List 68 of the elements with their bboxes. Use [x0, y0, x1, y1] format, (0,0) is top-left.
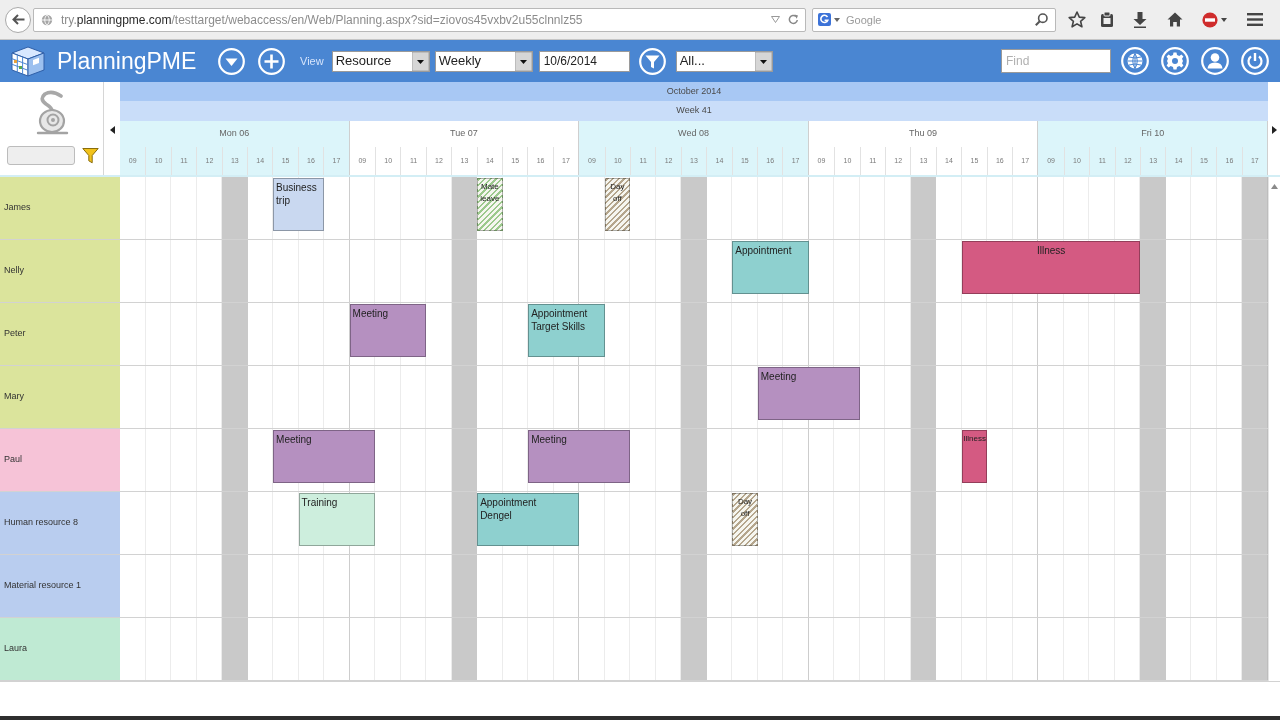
- search-icon[interactable]: [1035, 13, 1048, 26]
- search-input[interactable]: Google: [846, 10, 1035, 29]
- find-field[interactable]: Find: [1001, 49, 1111, 73]
- week-label: Week 41: [676, 104, 712, 118]
- event-block[interactable]: Day off: [732, 493, 758, 546]
- resource-select[interactable]: Resource: [331, 50, 430, 72]
- event-block[interactable]: Meeting: [273, 430, 376, 483]
- address-bar[interactable]: try.planningpme.com/testtarget/webaccess/en/Web/Planning.aspx?sid=ziovos45vxbv2u55clnnlz55: [33, 7, 806, 32]
- caret-icon[interactable]: [514, 51, 532, 71]
- home-icon[interactable]: [1167, 12, 1183, 27]
- resource-cell[interactable]: Material resource 1: [0, 555, 120, 618]
- user-icon[interactable]: [1201, 47, 1229, 75]
- event-block[interactable]: Day off: [604, 178, 631, 231]
- resource-cell[interactable]: Paul: [0, 429, 120, 492]
- event-block[interactable]: Meeting: [528, 430, 631, 483]
- day-label: Wed 08: [678, 127, 709, 141]
- event-block[interactable]: Appointment: [732, 241, 809, 294]
- stop-sign-icon[interactable]: [1202, 11, 1218, 28]
- globe-icon[interactable]: [1121, 47, 1149, 75]
- search-field[interactable]: [7, 146, 75, 165]
- calendar-cube-icon: [8, 44, 48, 78]
- previous-arrow-icon[interactable]: [109, 126, 115, 134]
- download-icon[interactable]: [1133, 11, 1147, 28]
- globe-icon: [41, 13, 53, 26]
- caret-icon[interactable]: [754, 51, 772, 71]
- resource-cell[interactable]: James: [0, 177, 120, 240]
- resource-cell[interactable]: Laura: [0, 618, 120, 681]
- url-text: try.planningpme.com/testtarget/webaccess/en/Web/Planning.aspx?sid=ziovos45vxbv2u55clnnlz55: [61, 11, 583, 29]
- filter-select[interactable]: All...: [675, 50, 773, 72]
- reload-icon[interactable]: [788, 14, 799, 25]
- view-label: View: [300, 53, 324, 69]
- resource-cell[interactable]: Mary: [0, 366, 120, 429]
- event-block[interactable]: Business trip: [273, 178, 325, 231]
- next-arrow-icon[interactable]: [1271, 126, 1277, 134]
- day-label: Tue 07: [450, 127, 478, 141]
- resource-cell[interactable]: Peter: [0, 303, 120, 366]
- search-engine-icon[interactable]: [818, 13, 831, 26]
- event-block[interactable]: Meeting: [349, 304, 427, 357]
- clipboard-icon[interactable]: [1100, 11, 1114, 28]
- scroll-up-icon[interactable]: [1271, 184, 1278, 189]
- day-label: Fri 10: [1141, 127, 1165, 141]
- plus-circle-icon[interactable]: [258, 47, 285, 75]
- event-block[interactable]: Appointment Dengel: [477, 493, 580, 546]
- date-field[interactable]: 10/6/2014: [538, 50, 630, 72]
- event-block[interactable]: Meeting: [757, 367, 860, 420]
- event-block[interactable]: Mate leave: [477, 178, 503, 231]
- day-label: Thu 09: [909, 127, 938, 141]
- menu-icon[interactable]: [1247, 13, 1263, 26]
- day-label: Mon 06: [219, 127, 250, 141]
- caret-icon[interactable]: [1221, 17, 1227, 22]
- back-button[interactable]: [5, 6, 31, 33]
- event-block[interactable]: Illness: [961, 241, 1141, 294]
- period-select[interactable]: Weekly: [434, 50, 533, 72]
- resource-cell[interactable]: Nelly: [0, 240, 120, 303]
- filter-icon[interactable]: [82, 147, 99, 164]
- app-title: PlanningPME: [57, 46, 197, 76]
- search-field[interactable]: Google: [812, 7, 1056, 32]
- power-icon[interactable]: [1241, 47, 1269, 75]
- event-block[interactable]: Illness: [961, 430, 988, 483]
- month-label: October 2014: [666, 84, 722, 98]
- down-arrow-circle-icon[interactable]: [218, 47, 245, 75]
- back-arrow-icon: [11, 14, 25, 25]
- settings-icon[interactable]: [1161, 47, 1189, 75]
- event-block[interactable]: Training: [298, 493, 376, 546]
- event-block[interactable]: Appointment Target Skills: [528, 304, 605, 357]
- resource-cell[interactable]: Human resource 8: [0, 492, 120, 555]
- caret-icon[interactable]: [411, 51, 429, 71]
- star-icon[interactable]: [1068, 11, 1086, 28]
